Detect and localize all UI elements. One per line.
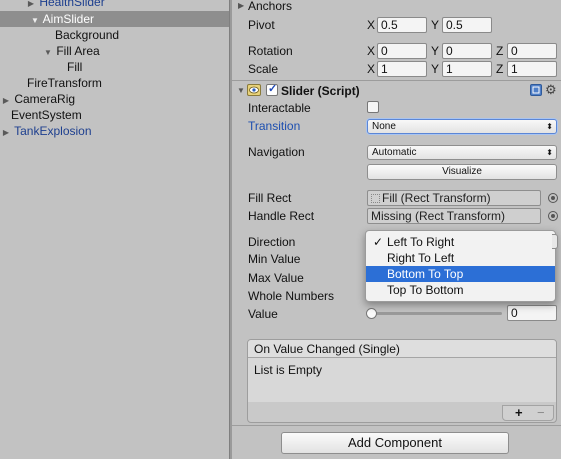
fill-rect-value: Fill (Rect Transform) [382, 191, 491, 205]
pivot-y-field[interactable]: 0.5 [442, 17, 492, 33]
menu-item-label: Top To Bottom [387, 283, 464, 297]
whole-numbers-label: Whole Numbers [248, 289, 335, 303]
hierarchy-panel: ▶ HealthSlider ▼ AimSlider Background ▼ … [0, 0, 229, 459]
hierarchy-item-label: EventSystem [11, 108, 82, 122]
rotation-x-axis-label[interactable]: X [367, 43, 375, 59]
interactable-checkbox[interactable] [367, 101, 379, 113]
hierarchy-item-fill-area[interactable]: ▼ Fill Area [43, 43, 100, 59]
hierarchy-item-label: CameraRig [14, 92, 76, 106]
rotation-label: Rotation [248, 44, 293, 58]
rotation-z-axis-label[interactable]: Z [496, 43, 503, 59]
anchors-label[interactable]: Anchors [248, 0, 292, 14]
component-title: Slider (Script) [281, 84, 360, 98]
pivot-x-field[interactable]: 0.5 [377, 17, 427, 33]
menu-item-top-to-bottom[interactable]: Top To Bottom [366, 282, 555, 298]
hierarchy-item-label: HealthSlider [39, 0, 105, 9]
add-component-button[interactable]: Add Component [281, 432, 509, 454]
menu-item-bottom-to-top[interactable]: Bottom To Top [366, 266, 555, 282]
value-field[interactable]: 0 [507, 305, 557, 321]
dropdown-arrows-icon: ⬍ [546, 148, 553, 157]
visualize-button[interactable]: Visualize [367, 164, 557, 180]
menu-item-right-to-left[interactable]: Right To Left [366, 250, 555, 266]
menu-item-left-to-right[interactable]: ✓ Left To Right [366, 234, 555, 250]
min-value-label: Min Value [248, 252, 301, 266]
fill-rect-field[interactable]: Fill (Rect Transform) [367, 190, 541, 206]
collapse-arrow-icon[interactable]: ▼ [30, 13, 40, 29]
dropdown-arrows-icon: ⬍ [546, 122, 553, 131]
menu-item-label: Left To Right [387, 235, 455, 249]
hierarchy-item-label: Background [55, 28, 120, 42]
expand-arrow-icon[interactable]: ▶ [238, 0, 244, 14]
handle-rect-field[interactable]: Missing (Rect Transform) [367, 208, 541, 224]
rotation-y-axis-label[interactable]: Y [431, 43, 439, 59]
hierarchy-item-aimslider[interactable]: ▼ AimSlider [0, 11, 229, 27]
hierarchy-item-tankexplosion[interactable]: ▶ TankExplosion [1, 123, 92, 139]
checkmark-icon: ✓ [373, 235, 384, 249]
direction-label: Direction [248, 235, 296, 249]
value-slider-thumb[interactable] [366, 308, 377, 319]
value-slider-track[interactable] [370, 312, 502, 315]
hierarchy-item-eventsystem[interactable]: EventSystem [11, 107, 82, 123]
object-picker-icon[interactable] [548, 193, 558, 203]
expand-arrow-icon[interactable]: ▶ [1, 93, 11, 109]
gear-icon[interactable]: ⚙ [545, 82, 557, 98]
rotation-y-field[interactable]: 0 [442, 43, 492, 59]
transition-label: Transition [248, 119, 301, 133]
script-eye-icon [247, 84, 261, 96]
event-list-empty-text: List is Empty [248, 358, 556, 402]
object-picker-icon[interactable] [548, 211, 558, 221]
transition-dropdown[interactable]: None ⬍ [367, 119, 557, 134]
hierarchy-item-healthslider[interactable]: ▶ HealthSlider [26, 0, 229, 10]
scale-y-axis-label[interactable]: Y [431, 61, 439, 77]
scale-x-field[interactable]: 1 [377, 61, 427, 77]
hierarchy-item-background[interactable]: Background [55, 27, 119, 43]
expand-arrow-icon[interactable]: ▶ [1, 125, 11, 141]
navigation-dropdown[interactable]: Automatic ⬍ [367, 145, 557, 160]
navigation-label: Navigation [248, 145, 305, 159]
component-enabled-checkbox[interactable] [266, 82, 278, 96]
handle-rect-label: Handle Rect [248, 209, 315, 223]
hierarchy-item-label: Fill Area [56, 44, 100, 58]
scale-label: Scale [248, 62, 279, 76]
max-value-label: Max Value [248, 271, 304, 285]
rotation-x-field[interactable]: 0 [377, 43, 427, 59]
value-label: Value [248, 307, 278, 321]
menu-item-label: Right To Left [387, 251, 455, 265]
hierarchy-item-camerarig[interactable]: ▶ CameraRig [1, 91, 75, 107]
rotation-z-field[interactable]: 0 [507, 43, 557, 59]
collapse-arrow-icon[interactable]: ▼ [43, 45, 53, 61]
direction-dropdown[interactable] [552, 234, 558, 249]
pivot-y-axis-label[interactable]: Y [431, 17, 439, 33]
scale-x-axis-label[interactable]: X [367, 61, 375, 77]
fill-rect-label: Fill Rect [248, 191, 292, 205]
menu-item-label: Bottom To Top [387, 267, 464, 281]
hierarchy-item-fill[interactable]: Fill [67, 59, 82, 75]
event-header: On Value Changed (Single) [248, 340, 556, 358]
pivot-x-axis-label[interactable]: X [367, 17, 375, 33]
interactable-label: Interactable [248, 101, 311, 115]
hierarchy-item-label: Fill [67, 60, 83, 74]
add-listener-button[interactable]: + [515, 406, 523, 420]
hierarchy-item-label: TankExplosion [14, 124, 92, 138]
divider [232, 425, 561, 426]
remove-listener-button[interactable]: − [537, 406, 545, 420]
collapse-arrow-icon[interactable]: ▼ [237, 84, 245, 98]
hierarchy-item-label: FireTransform [27, 76, 102, 90]
navigation-value: Automatic [372, 147, 417, 158]
rect-transform-icon [371, 194, 380, 203]
scale-z-field[interactable]: 1 [507, 61, 557, 77]
hierarchy-item-label: AimSlider [42, 12, 95, 26]
book-icon[interactable] [530, 84, 542, 96]
pivot-label: Pivot [248, 18, 275, 32]
transition-value: None [372, 121, 396, 132]
direction-dropdown-menu: ✓ Left To Right Right To Left Bottom To … [365, 230, 556, 302]
event-add-remove: + − [502, 405, 554, 421]
hierarchy-item-firetransform[interactable]: FireTransform [27, 75, 102, 91]
scale-z-axis-label[interactable]: Z [496, 61, 503, 77]
scale-y-field[interactable]: 1 [442, 61, 492, 77]
